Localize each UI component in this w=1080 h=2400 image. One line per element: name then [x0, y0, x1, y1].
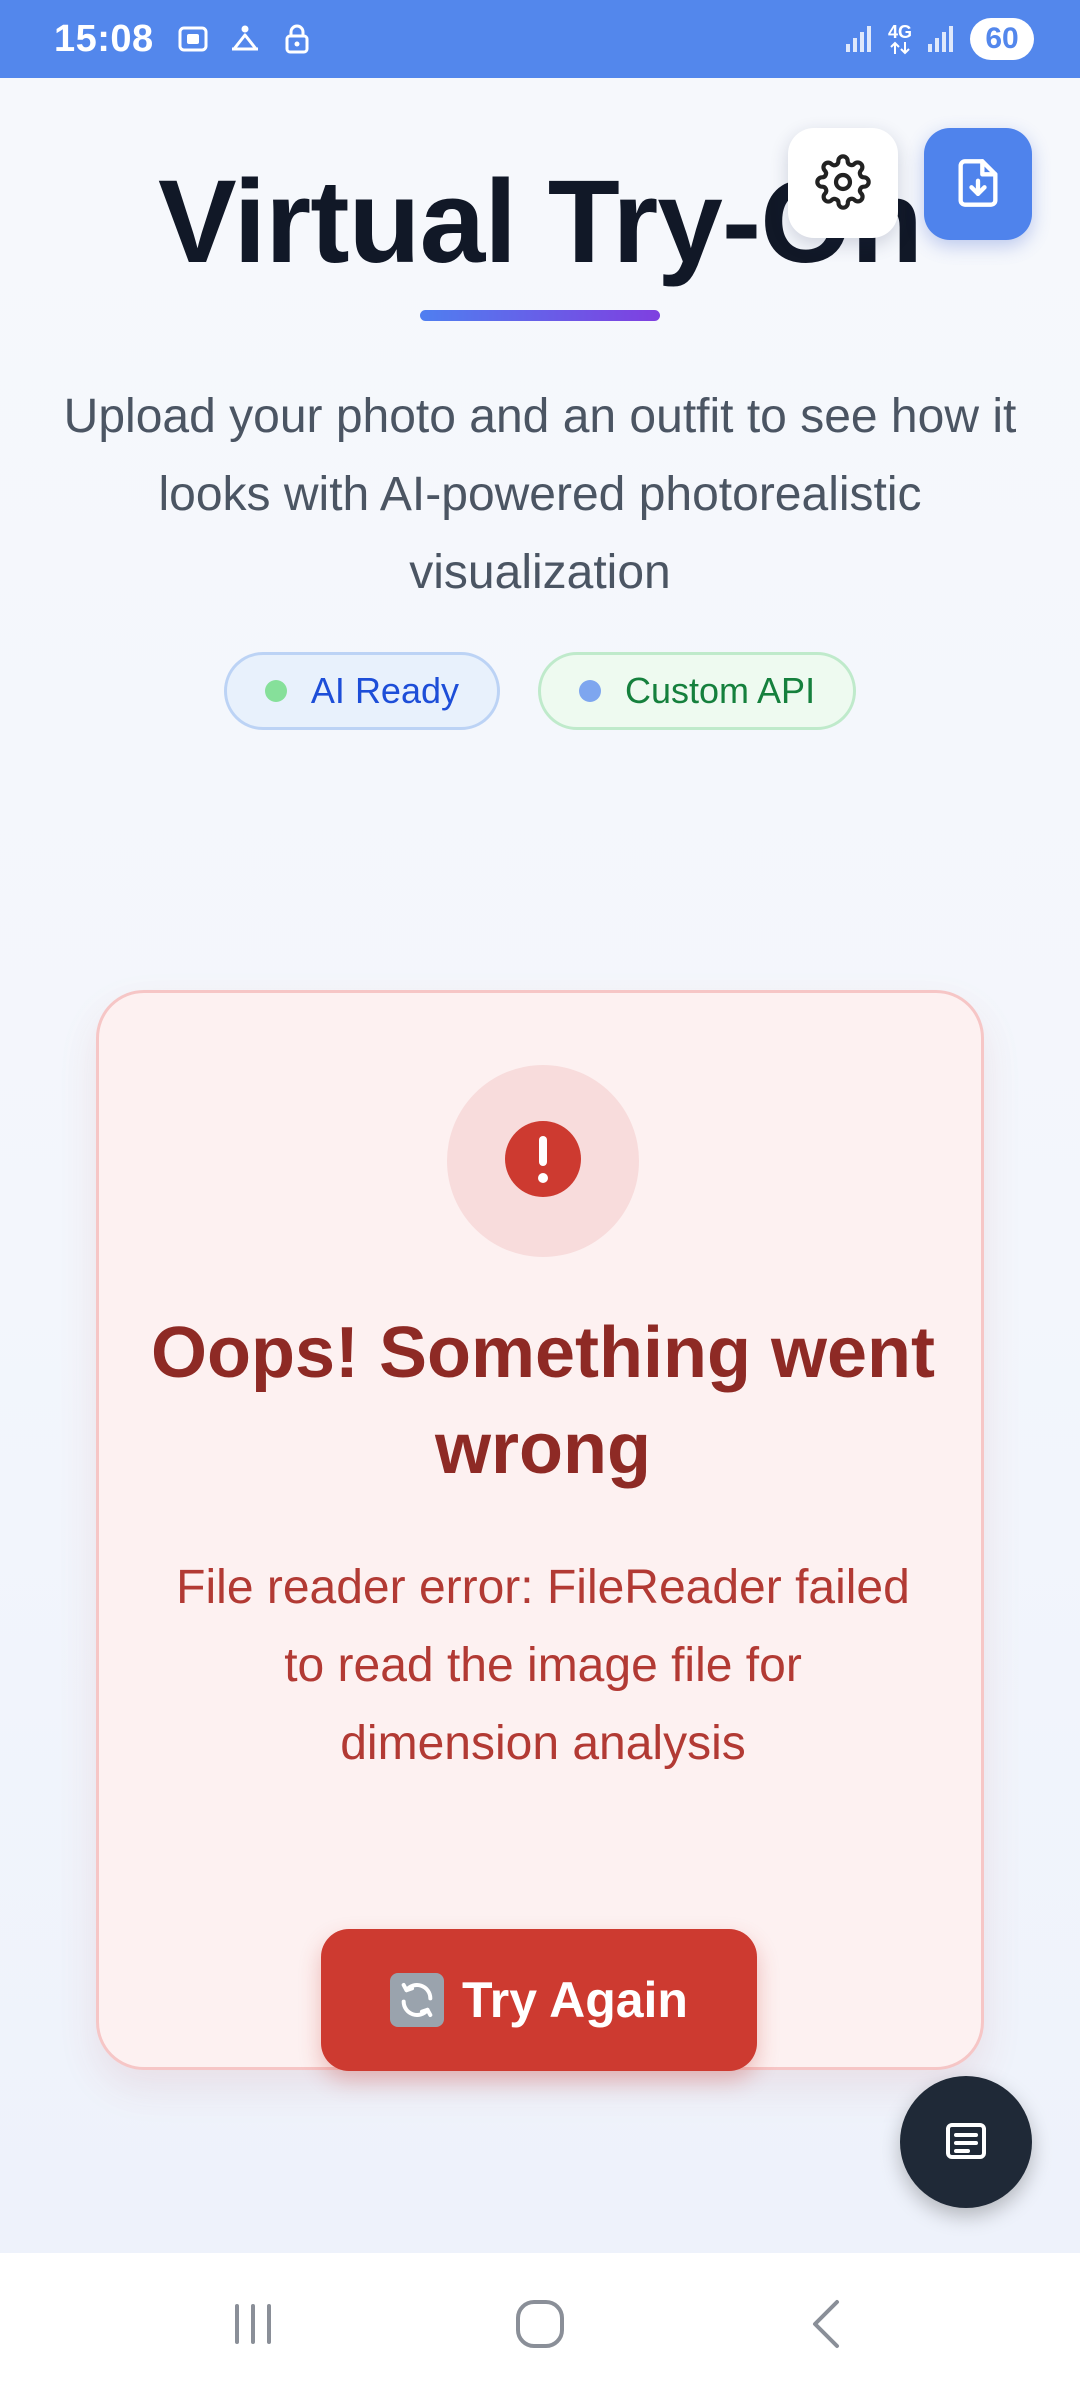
- download-file-icon: [952, 157, 1004, 212]
- screenshot-icon: [176, 22, 210, 56]
- badge-label: Custom API: [625, 670, 816, 711]
- status-time: 15:08: [54, 17, 154, 60]
- error-icon-container: [447, 1065, 639, 1257]
- status-bar: 15:08 4G 60: [0, 0, 1080, 78]
- battery-indicator: 60: [970, 18, 1034, 60]
- accessibility-icon: [228, 22, 262, 56]
- lock-icon: [280, 22, 314, 56]
- signal-4g-icon: 4G: [888, 23, 912, 55]
- refresh-icon: [390, 1973, 444, 2027]
- status-notification-icons: [176, 22, 314, 56]
- status-badges: AI Ready Custom API: [0, 652, 1080, 730]
- status-system-icons: 4G 60: [844, 18, 1034, 60]
- back-icon: [799, 2296, 855, 2357]
- badge-custom-api: Custom API: [538, 652, 857, 730]
- try-again-label: Try Again: [462, 1972, 688, 2028]
- recent-apps-button[interactable]: [193, 2267, 313, 2387]
- back-button[interactable]: [767, 2267, 887, 2387]
- notes-icon: [942, 2117, 990, 2168]
- home-button[interactable]: [480, 2267, 600, 2387]
- badge-ai-ready: AI Ready: [223, 652, 500, 730]
- home-icon: [512, 2296, 568, 2357]
- notes-button[interactable]: [900, 2076, 1032, 2208]
- system-nav-bar: [0, 2253, 1080, 2400]
- title-underline: [420, 310, 660, 321]
- settings-button[interactable]: [788, 128, 898, 238]
- error-message: File reader error: FileReader failed to …: [176, 1561, 910, 1770]
- error-heading: Oops! Something went wrong: [151, 1313, 935, 1489]
- error-alert-icon: [503, 1119, 583, 1204]
- status-dot: [264, 680, 287, 702]
- error-card: Oops! Something went wrong File reader e…: [96, 990, 984, 2071]
- badge-label: AI Ready: [310, 670, 459, 711]
- page-subtitle: Upload your photo and an outfit to see h…: [63, 390, 1017, 599]
- download-button[interactable]: [924, 128, 1032, 240]
- try-again-button[interactable]: Try Again: [321, 1929, 757, 2071]
- signal-icon: [844, 24, 874, 54]
- status-dot: [579, 680, 601, 702]
- recent-apps-icon: [225, 2296, 281, 2357]
- page-title: Virtual Try-On: [157, 156, 923, 288]
- signal-icon: [926, 24, 956, 54]
- settings-icon: [815, 153, 871, 213]
- app-content: Virtual Try-On Upload your photo and an …: [0, 78, 1080, 2253]
- network-type-label: 4G: [887, 22, 912, 42]
